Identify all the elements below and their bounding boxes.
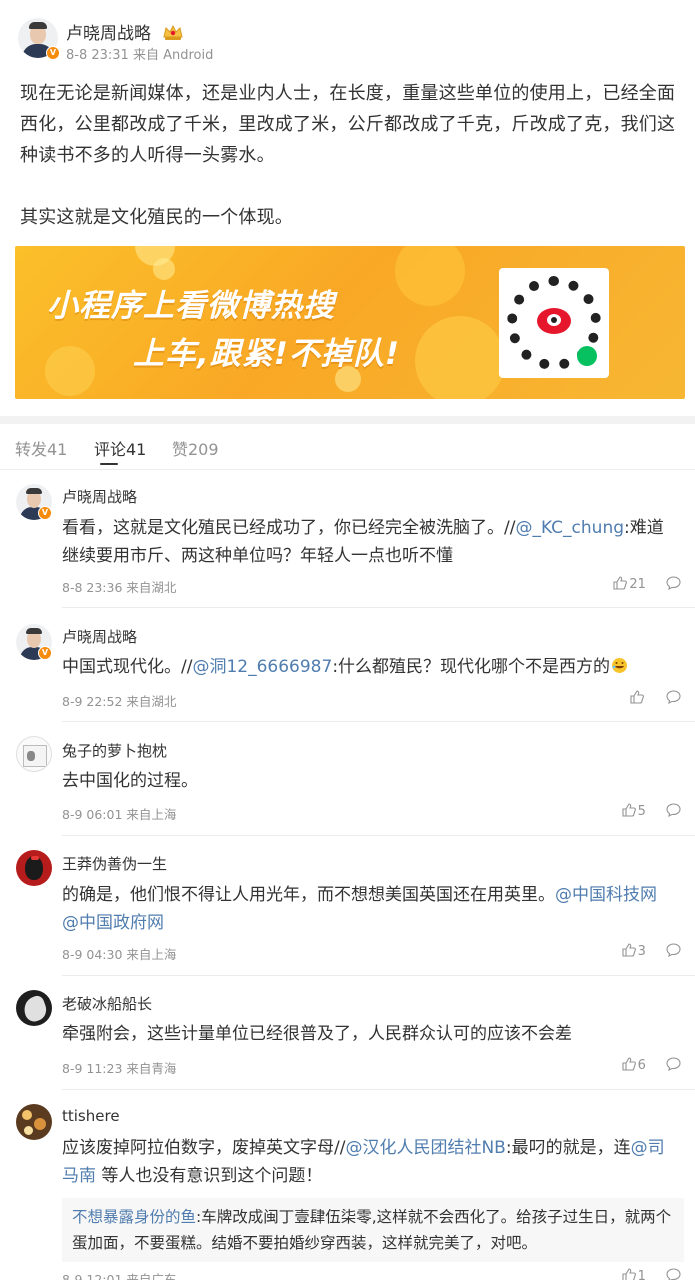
mention-link[interactable]: @中国政府网 [62, 913, 164, 933]
verified-badge-icon: V [46, 46, 60, 60]
comment-actions: 6 [622, 1057, 681, 1073]
tab-reposts[interactable]: 转发41 [15, 436, 67, 460]
like-count: 3 [637, 944, 646, 959]
comment-text-part: 等人也没有意识到这个问题！ [96, 1166, 323, 1186]
commenter-name[interactable]: 卢晓周战略 [62, 626, 137, 647]
verified-badge-icon: V [38, 506, 52, 520]
commenter-avatar[interactable] [16, 850, 52, 886]
post-body: 现在无论是新闻媒体，还是业内人士，在长度，重量这些单位的使用上，已经全面西化，公… [20, 78, 680, 264]
laughing-emoji-icon [612, 658, 628, 673]
commenter-name[interactable]: 兔子的萝卜抱枕 [62, 740, 167, 761]
mention-link[interactable]: @_KC_chung [515, 518, 624, 538]
commenter-avatar[interactable] [16, 990, 52, 1026]
comment-text: 应该废掉阿拉伯数字，废掉英文字母//@汉化人民团结社NB:最叼的就是，连@司马南… [62, 1134, 678, 1190]
comment-actions: 1 [622, 1268, 681, 1280]
comment-text-part: 看看，这就是文化殖民已经成功了，你已经完全被洗脑了。// [62, 518, 516, 538]
comment-bubble-icon[interactable] [666, 1268, 681, 1280]
commenter-avatar[interactable] [16, 736, 52, 772]
section-divider [0, 416, 695, 424]
like-count: 5 [637, 804, 646, 819]
comment-separator [62, 607, 695, 608]
comment-separator [62, 835, 695, 836]
comment-bubble-icon[interactable] [666, 576, 681, 590]
author-name-text[interactable]: 卢晓周战略 [66, 24, 151, 44]
commenter-name[interactable]: 老破冰船船长 [62, 993, 152, 1014]
commenter-name[interactable]: 卢晓周战略 [62, 486, 137, 507]
nested-reply[interactable]: 不想暴露身份的鱼:车牌改成闽丁壹肆伍柒零,这样就不会西化了。给孩子过生日，就两个… [62, 1198, 684, 1262]
comment-meta: 8-9 12:01 来自广东 [62, 1272, 177, 1280]
comment-separator [62, 1089, 695, 1090]
comment-text: 牵强附会，这些计量单位已经很普及了，人民群众认可的应该不会差 [62, 1024, 572, 1044]
like-count: 21 [629, 577, 646, 592]
comment-text-part: :最叼的就是，连 [505, 1138, 631, 1158]
mini-program-banner[interactable]: 小程序上看微博热搜 上车,跟紧!不掉队! [15, 246, 685, 399]
comment-meta: 8-9 22:52 来自湖北 [62, 694, 177, 709]
mention-link[interactable]: @中国科技网 [555, 885, 657, 905]
comment-text: 看看，这就是文化殖民已经成功了，你已经完全被洗脑了。//@_KC_chung:难… [62, 514, 678, 570]
thumbs-up-icon[interactable] [622, 1268, 636, 1280]
comment-bubble-icon[interactable] [666, 943, 681, 957]
comment-text-part: 应该废掉阿拉伯数字，废掉英文字母// [62, 1138, 346, 1158]
like-count: 6 [637, 1058, 646, 1073]
thumbs-up-icon[interactable] [622, 803, 636, 817]
comment-text-part: 的确是，他们恨不得让人用光年，而不想想美国英国还在用英里。 [62, 885, 555, 905]
tab-likes[interactable]: 赞209 [172, 436, 219, 460]
comment-actions: 5 [622, 803, 681, 819]
comment-text: 去中国化的过程。 [62, 771, 198, 791]
post-paragraph: 其实这就是文化殖民的一个体现。 [20, 207, 293, 228]
comment-meta: 8-9 11:23 来自青海 [62, 1061, 177, 1076]
member-crown-icon [163, 24, 184, 40]
comment-text: 的确是，他们恨不得让人用光年，而不想想美国英国还在用英里。@中国科技网 @中国政… [62, 881, 678, 937]
comment-bubble-icon[interactable] [666, 690, 681, 704]
banner-subheadline: 上车,跟紧!不掉队! [133, 336, 401, 372]
mention-link[interactable]: @汉化人民团结社NB [345, 1138, 505, 1158]
comment-separator [62, 721, 695, 722]
comment-actions: 3 [622, 943, 681, 959]
banner-headline: 小程序上看微博热搜 [47, 288, 335, 324]
active-tab-indicator [100, 463, 118, 465]
thumbs-up-icon[interactable] [613, 576, 628, 590]
thumbs-up-icon[interactable] [630, 690, 644, 704]
tab-comments[interactable]: 评论41 [94, 436, 146, 460]
comment-meta: 8-8 23:36 来自湖北 [62, 580, 177, 595]
commenter-name[interactable]: 王莽伪善伪一生 [62, 853, 167, 874]
commenter-name[interactable]: ttishere [62, 1107, 120, 1125]
post-paragraph: 现在无论是新闻媒体，还是业内人士，在长度，重量这些单位的使用上，已经全面西化，公… [20, 83, 676, 166]
comment-meta: 8-9 04:30 来自上海 [62, 947, 177, 962]
qr-code-icon [499, 268, 609, 378]
comment-meta: 8-9 06:01 来自上海 [62, 807, 177, 822]
comment-separator [62, 975, 695, 976]
interaction-tabs: 转发41 评论41 赞209 [0, 424, 695, 470]
comment-text: 中国式现代化。//@洞12_6666987:什么都殖民？现代化哪个不是西方的 [62, 653, 678, 681]
post-author-name[interactable]: 卢晓周战略 [66, 19, 184, 44]
mention-link[interactable]: @洞12_6666987 [192, 657, 332, 677]
verified-badge-icon: V [38, 646, 52, 660]
comment-text-part: :什么都殖民？现代化哪个不是西方的 [332, 657, 611, 677]
thumbs-up-icon[interactable] [622, 1057, 636, 1071]
post-header: V 卢晓周战略 8-8 23:31 来自 Android [18, 16, 678, 64]
comment-actions [630, 690, 681, 706]
reply-author-link[interactable]: 不想暴露身份的鱼 [72, 1208, 196, 1226]
commenter-avatar[interactable] [16, 1104, 52, 1140]
comment-bubble-icon[interactable] [666, 803, 681, 817]
post-timestamp-source: 8-8 23:31 来自 Android [66, 48, 214, 63]
thumbs-up-icon[interactable] [622, 943, 636, 957]
like-count: 1 [637, 1269, 646, 1280]
comment-bubble-icon[interactable] [666, 1057, 681, 1071]
comment-actions: 21 [613, 576, 681, 592]
comment-text-part: 中国式现代化。// [62, 657, 193, 677]
